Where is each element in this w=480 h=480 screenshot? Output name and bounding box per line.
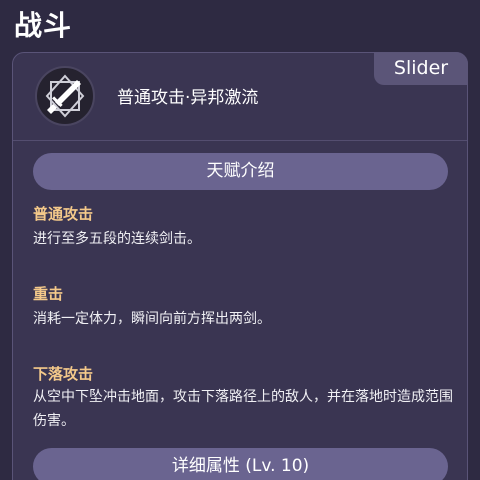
combat-screen: 战斗 Slider 普通攻击·异邦激流 天赋介绍 普通攻击 进行至多五段的连续剑… bbox=[0, 0, 480, 480]
section-title: 战斗 bbox=[14, 9, 73, 42]
talent-intro-button[interactable]: 天赋介绍 bbox=[33, 153, 448, 190]
normal-attack-heading: 普通攻击 bbox=[33, 205, 94, 223]
skill-name: 普通攻击·异邦激流 bbox=[117, 88, 259, 108]
plunging-attack-heading: 下落攻击 bbox=[33, 365, 94, 383]
sword-emblem-icon bbox=[35, 66, 95, 126]
skill-card: Slider 普通攻击·异邦激流 天赋介绍 普通攻击 进行至多五段的连续剑击。 … bbox=[12, 52, 468, 480]
detailed-attributes-button[interactable]: 详细属性 (Lv. 10) bbox=[33, 448, 448, 480]
normal-attack-description: 进行至多五段的连续剑击。 bbox=[33, 231, 201, 247]
header-divider bbox=[13, 140, 467, 141]
charged-attack-heading: 重击 bbox=[33, 285, 64, 303]
plunging-attack-description: 从空中下坠冲击地面，攻击下落路径上的敌人，并在落地时造成范围伤害。 bbox=[33, 389, 453, 429]
skill-header: 普通攻击·异邦激流 bbox=[13, 53, 467, 139]
charged-attack-description: 消耗一定体力，瞬间向前方挥出两剑。 bbox=[33, 311, 271, 327]
